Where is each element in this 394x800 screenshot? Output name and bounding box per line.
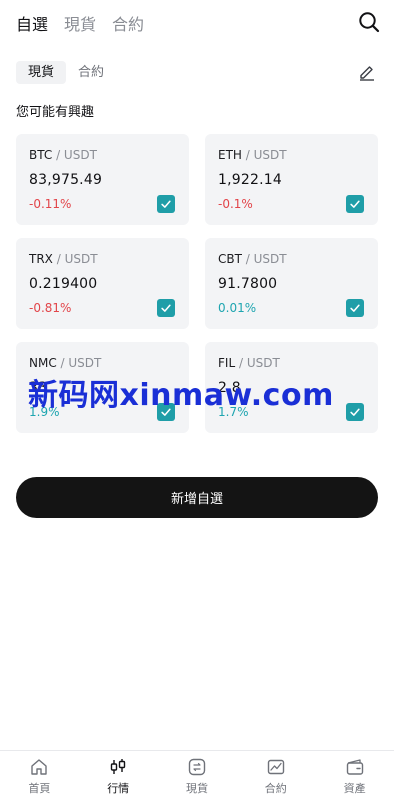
trading-pair: BTC / USDT (29, 148, 97, 162)
price: 0.219400 (29, 276, 98, 292)
tab-watchlist[interactable]: 自選 (16, 11, 48, 35)
base-symbol: TRX (29, 252, 53, 266)
tabbar-item-home[interactable]: 首頁 (0, 751, 79, 800)
base-symbol: BTC (29, 148, 53, 162)
trading-pair: FIL / USDT (218, 356, 280, 370)
checkbox-checked-icon[interactable] (346, 195, 364, 213)
change-percent: -0.81% (29, 301, 72, 315)
tab-contract[interactable]: 合約 (112, 11, 144, 35)
checkbox-checked-icon[interactable] (157, 195, 175, 213)
change-percent: 0.01% (218, 301, 257, 315)
watermark: 新码网xinmaw.com (28, 378, 334, 413)
tabbar-item-spot[interactable]: 現貨 (158, 751, 237, 800)
search-icon[interactable] (358, 11, 380, 33)
quote-symbol: / USDT (52, 148, 97, 162)
market-card[interactable]: BTC / USDT 83,975.49 -0.11% (16, 134, 189, 225)
top-tabs: 自選 現貨 合約 (16, 11, 144, 35)
quote-symbol: / USDT (241, 148, 287, 162)
quote-symbol: / USDT (56, 356, 102, 370)
tabbar-label: 行情 (107, 782, 130, 795)
edit-icon[interactable] (358, 63, 376, 81)
tabbar-item-assets[interactable]: 資產 (315, 751, 394, 800)
price: 91.7800 (218, 276, 278, 292)
trading-pair: NMC / USDT (29, 356, 101, 370)
tabbar-label: 現貨 (185, 782, 208, 795)
segment-spot[interactable]: 現貨 (16, 61, 67, 84)
tabbar-label: 合約 (264, 782, 287, 795)
tabbar-label: 資產 (343, 782, 366, 795)
wallet-icon (346, 759, 363, 775)
trading-pair: ETH / USDT (218, 148, 287, 162)
checkbox-checked-icon[interactable] (346, 403, 364, 421)
home-icon (31, 759, 48, 775)
market-card[interactable]: ETH / USDT 1,922.14 -0.1% (205, 134, 378, 225)
contract-chart-icon (267, 759, 284, 775)
base-symbol: NMC (29, 356, 57, 370)
quote-symbol: / USDT (241, 252, 287, 266)
change-percent: -0.1% (218, 197, 253, 211)
base-symbol: ETH (218, 148, 242, 162)
trading-pair: TRX / USDT (29, 252, 98, 266)
market-segment: 現貨 合約 (16, 61, 116, 84)
tabbar-label: 首頁 (28, 782, 51, 795)
bottom-tabbar: 首頁 行情 現貨 合約 資產 (0, 750, 394, 800)
add-watchlist-button[interactable]: 新增自選 (16, 477, 378, 518)
base-symbol: FIL (218, 356, 236, 370)
market-card[interactable]: CBT / USDT 91.7800 0.01% (205, 238, 378, 329)
tabbar-item-contract[interactable]: 合約 (236, 751, 315, 800)
quote-symbol: / USDT (235, 356, 280, 370)
change-percent: -0.11% (29, 197, 72, 211)
base-symbol: CBT (218, 252, 242, 266)
trading-pair: CBT / USDT (218, 252, 287, 266)
swap-icon (188, 758, 206, 776)
tab-spot[interactable]: 現貨 (64, 11, 96, 35)
market-card[interactable]: TRX / USDT 0.219400 -0.81% (16, 238, 189, 329)
price: 83,975.49 (29, 172, 103, 188)
segment-contract[interactable]: 合約 (66, 61, 116, 84)
price: 1,922.14 (218, 172, 282, 188)
tabbar-item-market[interactable]: 行情 (79, 751, 158, 800)
checkbox-checked-icon[interactable] (346, 299, 364, 317)
section-title: 您可能有興趣 (16, 105, 95, 120)
checkbox-checked-icon[interactable] (157, 299, 175, 317)
candlestick-icon (110, 759, 126, 774)
quote-symbol: / USDT (52, 252, 98, 266)
